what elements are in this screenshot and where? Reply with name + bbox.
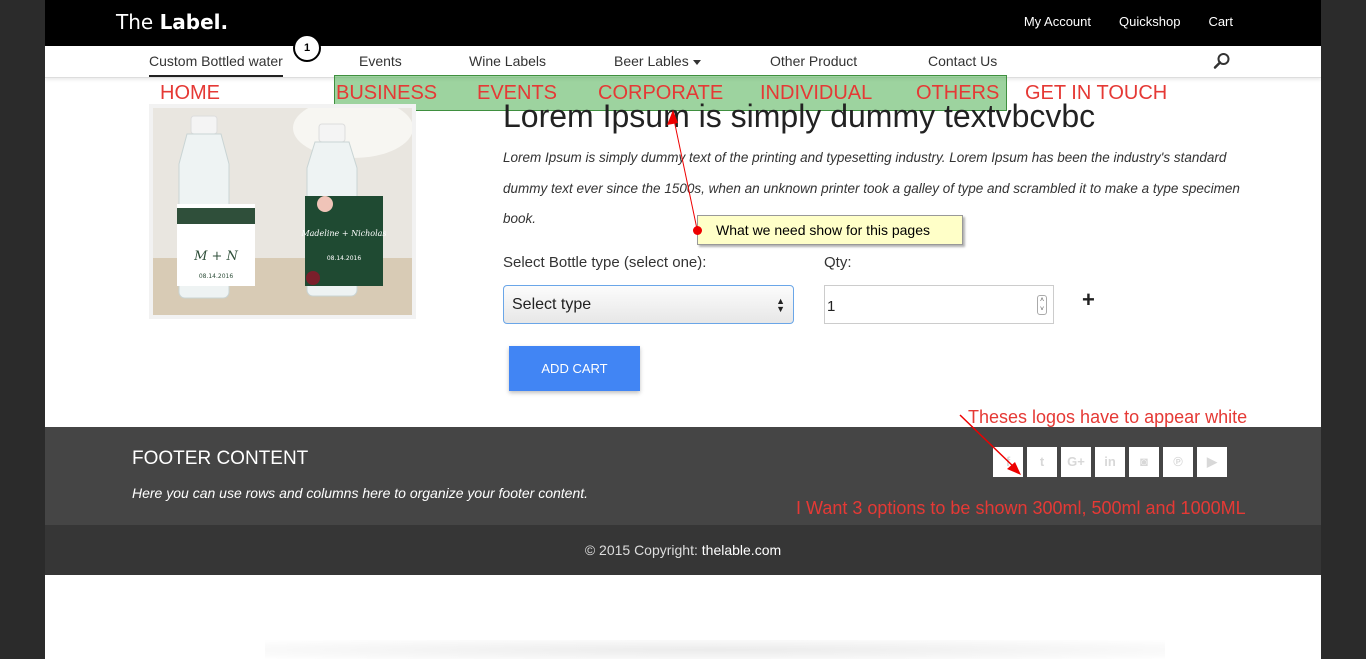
instagram-icon[interactable]: ◙ — [1129, 447, 1159, 477]
cart-link[interactable]: Cart — [1208, 14, 1233, 29]
annotation-nav-business: BUSINESS — [336, 82, 438, 104]
annotation-callout: What we need show for this pages — [693, 215, 963, 245]
facebook-icon[interactable]: f — [993, 447, 1023, 477]
copyright-text: © 2015 Copyright: — [584, 542, 702, 558]
google-plus-icon[interactable]: G+ — [1061, 447, 1091, 477]
nav-item-beer-lables-label: Beer Lables — [614, 53, 689, 69]
callout-dot-icon — [693, 226, 702, 235]
quickshop-link[interactable]: Quickshop — [1119, 14, 1180, 29]
caret-down-icon — [692, 59, 701, 65]
nav-item-contact-us[interactable]: Contact Us — [928, 53, 997, 69]
annotation-note-options: I Want 3 options to be shown 300ml, 500m… — [796, 498, 1246, 518]
brand-light: The — [116, 10, 160, 34]
nav-item-wine-labels[interactable]: Wine Labels — [469, 53, 546, 69]
page: The Label. My Account Quickshop Cart Cus… — [45, 0, 1321, 659]
twitter-icon[interactable]: t — [1027, 447, 1057, 477]
bottle-left-date: 08.14.2016 — [199, 273, 234, 280]
add-option-plus-icon[interactable]: + — [1082, 287, 1095, 313]
qty-value: 1 — [827, 298, 836, 315]
footer-title: FOOTER CONTENT — [132, 448, 309, 469]
annotation-note-logos: Theses logos have to appear white — [968, 407, 1248, 427]
brand-logo[interactable]: The Label. — [116, 10, 228, 34]
social-icons: f t G+ in ◙ ℗ ▶ — [993, 447, 1227, 477]
copyright-site-link[interactable]: thelable.com — [702, 542, 781, 558]
product-image: M + N 08.14.2016 Madeline + Nicholas 08.… — [149, 104, 416, 319]
footer-text: Here you can use rows and columns here t… — [132, 485, 589, 501]
bottom-shadow — [265, 640, 1165, 659]
callout-text: What we need show for this pages — [716, 222, 931, 238]
bottle-type-select[interactable]: Select type ▲ ▼ — [503, 285, 794, 324]
annotation-marker-1: 1 — [293, 34, 321, 62]
linkedin-icon[interactable]: in — [1095, 447, 1125, 477]
add-cart-button[interactable]: ADD CART — [509, 346, 640, 391]
bottle-type-select-value: Select type — [512, 296, 592, 313]
bottle-right-date: 08.14.2016 — [327, 255, 362, 262]
my-account-link[interactable]: My Account — [1024, 14, 1091, 29]
product-title: Lorem Ipsum is simply dummy textvbcvbc — [503, 98, 1096, 134]
bottle-left-monogram: M + N — [193, 249, 238, 264]
youtube-icon[interactable]: ▶ — [1197, 447, 1227, 477]
nav-item-beer-lables[interactable]: Beer Lables — [614, 53, 701, 69]
main-nav: Custom Bottled water Events Wine Labels … — [45, 46, 1321, 78]
qty-label: Qty: — [824, 254, 852, 271]
annotation-nav-home: HOME — [160, 82, 220, 104]
qty-stepper[interactable]: ˄ ˅ — [1037, 295, 1047, 315]
copyright-bar: © 2015 Copyright: thelable.com — [45, 525, 1321, 575]
nav-item-other-product[interactable]: Other Product — [770, 53, 857, 69]
qty-input[interactable]: 1 ˄ ˅ — [824, 285, 1054, 324]
brand-bold: Label. — [159, 10, 229, 34]
select-arrows-icon: ▲ ▼ — [776, 296, 785, 314]
nav-item-events[interactable]: Events — [359, 53, 402, 69]
bottle-type-label: Select Bottle type (select one): — [503, 254, 707, 271]
search-icon[interactable] — [1213, 52, 1231, 70]
top-links: My Account Quickshop Cart — [1024, 14, 1233, 29]
pinterest-icon[interactable]: ℗ — [1163, 447, 1193, 477]
nav-item-custom-bottled-water[interactable]: Custom Bottled water — [149, 53, 283, 77]
bottle-right-names: Madeline + Nicholas — [300, 229, 386, 238]
top-bar: The Label. My Account Quickshop Cart — [45, 0, 1321, 46]
